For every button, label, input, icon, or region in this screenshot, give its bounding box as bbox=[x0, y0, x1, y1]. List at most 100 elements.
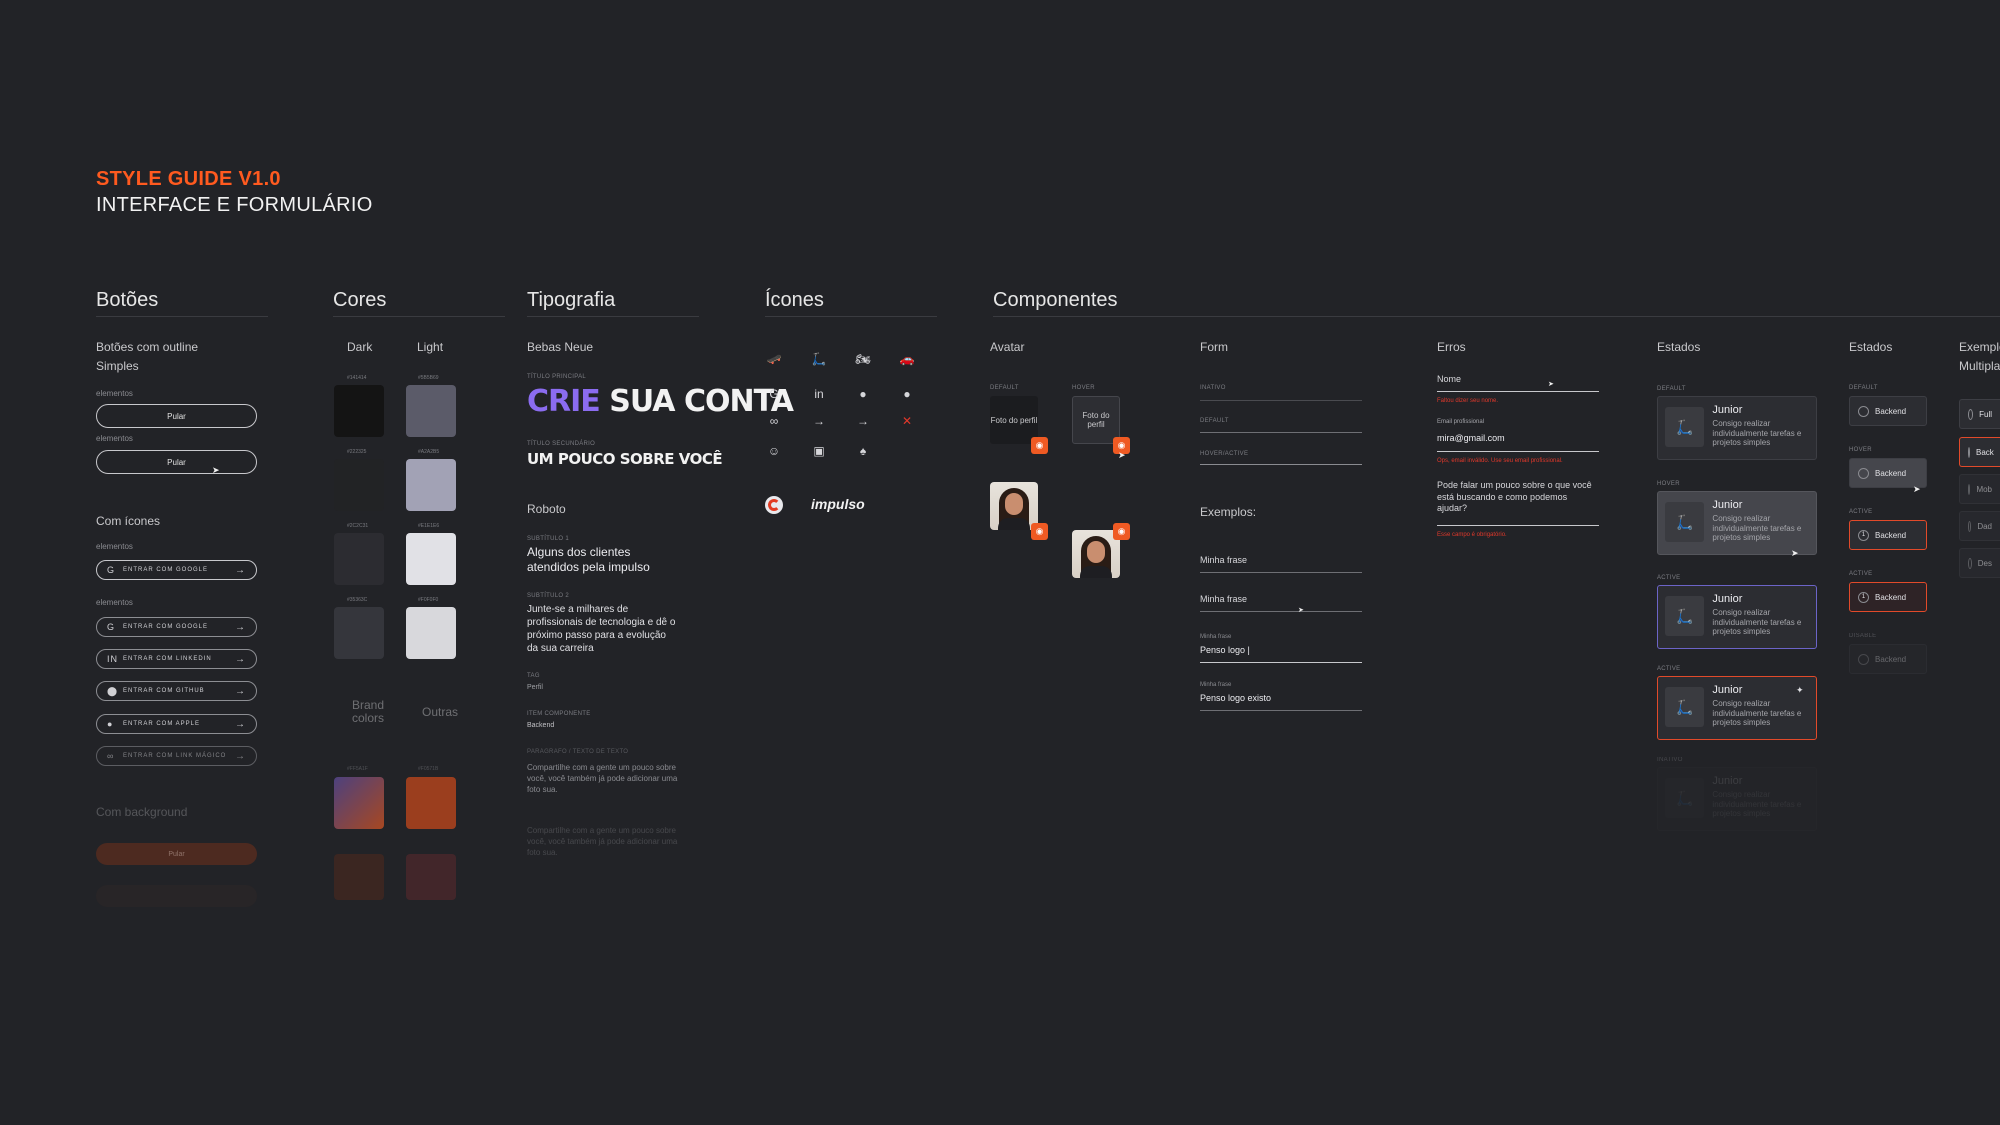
scooter-icon: 🛴 bbox=[1665, 778, 1705, 818]
item-text: Backend bbox=[527, 722, 555, 729]
subtitulo2-text: Junte-se a milhares de profissionais de … bbox=[527, 604, 676, 654]
avatar-default-tag: DEFAULT bbox=[990, 385, 1019, 391]
car-icon: 🚗 bbox=[899, 352, 915, 366]
google-icon: G bbox=[769, 387, 779, 401]
avatar-placeholder-hover[interactable]: Foto do perfil bbox=[1072, 396, 1120, 444]
rocket-icon: ♠ bbox=[859, 444, 867, 458]
brand-gradient-swatch bbox=[334, 777, 384, 829]
backend-chip[interactable]: 1 Backend bbox=[1849, 582, 1927, 612]
backend-chip[interactable]: Backend bbox=[1849, 644, 1927, 674]
section-icones-title: Ícones bbox=[765, 289, 824, 311]
chip-label: Backend bbox=[1875, 530, 1907, 540]
form-default-tag: DEFAULT bbox=[1200, 418, 1229, 424]
arrow-right-icon: → bbox=[235, 718, 246, 730]
background-button-faded[interactable] bbox=[96, 885, 257, 907]
elementos-tag: elementos bbox=[96, 598, 133, 607]
apple-login-button[interactable]: ● ENTRAR COM APPLE → bbox=[96, 714, 257, 734]
apple-login-label: ENTRAR COM APPLE bbox=[123, 721, 201, 727]
section-divider bbox=[765, 316, 937, 317]
junior-level-card[interactable]: 🛴 Junior Consigo realizar individualmente … bbox=[1657, 491, 1817, 555]
card-title: Junior bbox=[1712, 775, 1743, 787]
section-cores-title: Cores bbox=[333, 289, 387, 311]
subtitulo2-tag: SUBTÍTULO 2 bbox=[527, 593, 569, 599]
paragrafo-tag: PARÁGRAFO / TEXTO DE TEXTO bbox=[527, 749, 629, 755]
backend-chip[interactable]: 1 Backend bbox=[1849, 520, 1927, 550]
subtitulo1-text: Alguns dos clientes atendidos pela impul… bbox=[527, 545, 650, 574]
outras-swatch-faded bbox=[406, 854, 456, 900]
light-swatch bbox=[406, 533, 456, 585]
card-description: Consigo realizar individualmente tarefas… bbox=[1712, 514, 1802, 543]
radio-icon bbox=[1968, 557, 1972, 569]
pular-button[interactable]: Pular bbox=[96, 404, 257, 428]
field-underline bbox=[1437, 525, 1599, 526]
avatar-photo[interactable] bbox=[990, 482, 1038, 530]
outras-label: Outras bbox=[421, 705, 458, 719]
camera-icon[interactable]: ◉ bbox=[1031, 523, 1048, 540]
field-underline bbox=[1437, 451, 1599, 452]
email-field[interactable]: mira@gmail.com bbox=[1437, 433, 1505, 443]
hover-field[interactable] bbox=[1200, 464, 1362, 465]
magic-link-login-button[interactable]: ∞ ENTRAR COM LINK MÁGICO → bbox=[96, 746, 257, 766]
outline-label: Botões com outline bbox=[96, 340, 199, 354]
minha-frase-small-label: Minha frase bbox=[1200, 682, 1232, 688]
google-icon: G bbox=[107, 565, 116, 575]
camera-icon[interactable]: ◉ bbox=[1031, 437, 1048, 454]
crie-word: CRIE bbox=[527, 384, 601, 419]
junior-level-card[interactable]: 🛴 Junior Consigo realizar individualmente … bbox=[1657, 767, 1817, 831]
dark-label: Dark bbox=[347, 340, 373, 354]
penso-logo-field[interactable]: Penso logo | bbox=[1200, 645, 1250, 655]
scooter-icon: 🛴 bbox=[1665, 502, 1705, 542]
motorcycle-icon: 🏍 bbox=[855, 352, 871, 366]
arrow-right-icon: → bbox=[235, 564, 246, 576]
light-swatch bbox=[406, 607, 456, 659]
elementos-tag: elementos bbox=[96, 542, 133, 551]
junior-level-card[interactable]: 🛴 Junior Consigo realizar individualmente … bbox=[1657, 585, 1817, 649]
exemplo-chip[interactable]: Dad bbox=[1959, 511, 2000, 541]
exemplo-chip[interactable]: Full bbox=[1959, 399, 2000, 429]
card-description: Consigo realizar individualmente tarefas… bbox=[1712, 790, 1802, 819]
titulo-principal-tag: TÍTULO PRINCIPAL bbox=[527, 374, 587, 380]
exemplo-chip[interactable]: Back bbox=[1959, 437, 2000, 467]
estado-tag: ACTIVE bbox=[1657, 666, 1681, 672]
google-login-button[interactable]: G ENTRAR COM GOOGLE → bbox=[96, 560, 257, 580]
nome-field[interactable]: Nome bbox=[1437, 374, 1461, 384]
section-divider bbox=[96, 316, 268, 317]
avatar-placeholder[interactable]: Foto do perfil bbox=[990, 396, 1038, 444]
section-divider bbox=[333, 316, 505, 317]
link-icon: ∞ bbox=[107, 751, 115, 761]
linkedin-login-button[interactable]: in ENTRAR COM LINKEDIN → bbox=[96, 649, 257, 669]
backend-chip[interactable]: Backend bbox=[1849, 396, 1927, 426]
brand-swatch-faded bbox=[334, 854, 384, 900]
camera-icon[interactable]: ◉ bbox=[1113, 523, 1130, 540]
chip-label: Backend bbox=[1875, 406, 1907, 416]
google-login-button[interactable]: G ENTRAR COM GOOGLE → bbox=[96, 617, 257, 637]
gear-icon: ✦ bbox=[1796, 685, 1804, 695]
inactive-field[interactable] bbox=[1200, 400, 1362, 401]
exemplo-chip[interactable]: Des bbox=[1959, 548, 2000, 578]
pular-button-hover[interactable]: Pular bbox=[96, 450, 257, 474]
junior-level-card[interactable]: 🛴 Junior Consigo realizar individualmente … bbox=[1657, 676, 1817, 740]
chip-label: Dad bbox=[1977, 521, 1992, 531]
cursor-icon: ➤ bbox=[1548, 381, 1554, 388]
junior-level-card[interactable]: 🛴 Junior Consigo realizar individualmente … bbox=[1657, 396, 1817, 460]
radio-icon bbox=[1858, 467, 1869, 479]
section-divider bbox=[527, 316, 699, 317]
dark-swatch-hex: #35363C bbox=[347, 597, 368, 603]
background-button[interactable]: Pular bbox=[96, 843, 257, 865]
form-label: Form bbox=[1200, 340, 1228, 354]
penso-logo-existo-field[interactable]: Penso logo existo bbox=[1200, 693, 1271, 703]
skateboard-icon: 🛹 bbox=[766, 352, 782, 366]
light-swatch-hex: #A2A2B5 bbox=[418, 449, 440, 455]
minha-frase-hover-field[interactable]: Minha frase bbox=[1200, 594, 1247, 604]
pode-falar-field[interactable]: Pode falar um pouco sobre o que você est… bbox=[1437, 480, 1597, 515]
default-field[interactable] bbox=[1200, 432, 1362, 433]
avatar-hover-tag: HOVER bbox=[1072, 385, 1095, 391]
exemplo-chip[interactable]: Mob bbox=[1959, 474, 2000, 504]
impulso-logo-icon bbox=[765, 496, 783, 514]
email-label: Email profissional bbox=[1437, 419, 1485, 425]
dark-swatch-hex: #222325 bbox=[347, 449, 367, 455]
link-icon: ∞ bbox=[769, 414, 779, 428]
minha-frase-field[interactable]: Minha frase bbox=[1200, 555, 1247, 565]
arrow-right-icon: → bbox=[857, 414, 869, 428]
github-login-button[interactable]: ⬤ ENTRAR COM GITHUB → bbox=[96, 681, 257, 701]
